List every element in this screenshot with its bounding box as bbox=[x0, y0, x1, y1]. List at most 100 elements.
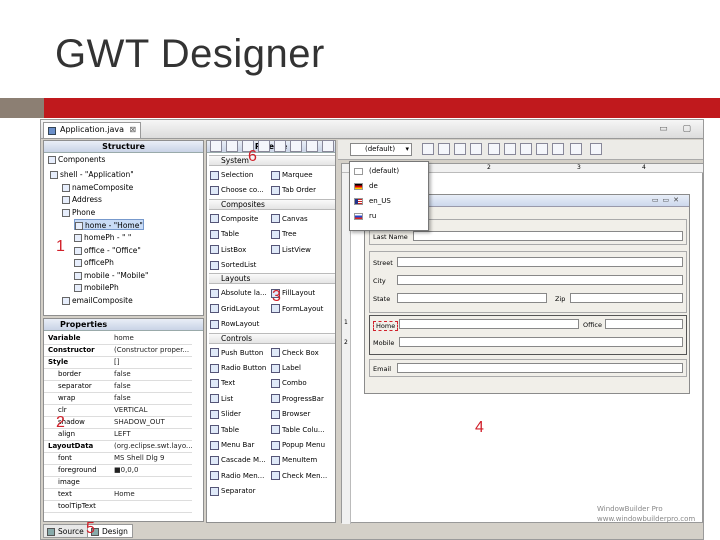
palette-item[interactable]: ListBox bbox=[210, 243, 246, 257]
palette-item[interactable]: Browser bbox=[271, 407, 310, 421]
palette-item[interactable]: GridLayout bbox=[210, 302, 260, 316]
palette-item[interactable]: Canvas bbox=[271, 212, 308, 226]
property-value[interactable]: MS Shell Dlg 9 bbox=[114, 453, 194, 464]
office-phone-field[interactable] bbox=[605, 319, 683, 329]
palette-item[interactable]: Cascade M... bbox=[210, 453, 266, 467]
tree-item[interactable]: emailComposite bbox=[62, 295, 133, 306]
palette-item[interactable]: Check Box bbox=[271, 346, 319, 360]
palette-item[interactable]: Combo bbox=[271, 376, 307, 390]
toolbar-button[interactable] bbox=[470, 143, 482, 155]
toolbar-button[interactable] bbox=[226, 140, 238, 152]
palette-item[interactable]: Radio Button bbox=[210, 361, 266, 375]
tree-item[interactable]: Address bbox=[62, 194, 102, 205]
street-field[interactable] bbox=[397, 257, 683, 267]
property-value[interactable]: false bbox=[114, 381, 194, 392]
palette-item[interactable]: Menu Bar bbox=[210, 438, 254, 452]
toolbar-button[interactable] bbox=[274, 140, 286, 152]
toolbar-button[interactable] bbox=[504, 143, 516, 155]
palette-item[interactable]: Separator bbox=[210, 484, 256, 498]
palette-category[interactable]: System bbox=[209, 155, 335, 166]
locale-menu[interactable]: (default) de en_US ru bbox=[349, 161, 429, 231]
toolbar-button[interactable] bbox=[454, 143, 466, 155]
property-value[interactable]: home bbox=[114, 333, 194, 344]
palette-item[interactable]: ProgressBar bbox=[271, 392, 324, 406]
property-value[interactable]: (Constructor proper... bbox=[114, 345, 194, 356]
city-field[interactable] bbox=[397, 275, 683, 285]
palette-item[interactable]: Popup Menu bbox=[271, 438, 325, 452]
property-value[interactable]: false bbox=[114, 393, 194, 404]
property-value[interactable]: (org.eclipse.swt.layo... bbox=[114, 441, 194, 452]
home-phone-field[interactable] bbox=[399, 319, 579, 329]
zip-field[interactable] bbox=[570, 293, 683, 303]
tree-item[interactable]: nameComposite bbox=[62, 182, 133, 193]
locale-en-us[interactable]: en_US bbox=[354, 194, 391, 208]
palette-item[interactable]: List bbox=[210, 392, 233, 406]
tree-item[interactable]: homePh - " " bbox=[74, 232, 131, 243]
toolbar-button[interactable] bbox=[422, 143, 434, 155]
tree-item[interactable]: home - "Home" bbox=[74, 219, 144, 231]
toolbar-button[interactable] bbox=[438, 143, 450, 155]
palette-category[interactable]: Controls bbox=[209, 332, 335, 344]
palette-item[interactable]: Push Button bbox=[210, 346, 263, 360]
palette-item[interactable]: Choose co... bbox=[210, 183, 264, 197]
tree-item[interactable]: shell - "Application" bbox=[50, 169, 134, 180]
palette-item[interactable]: RowLayout bbox=[210, 317, 259, 331]
tree-item[interactable]: mobilePh bbox=[74, 282, 119, 293]
locale-default[interactable]: (default) bbox=[354, 164, 399, 178]
palette-item[interactable]: ListView bbox=[271, 243, 311, 257]
email-field[interactable] bbox=[397, 363, 683, 373]
palette-item[interactable]: Check Men... bbox=[271, 469, 327, 483]
toolbar-button[interactable] bbox=[322, 140, 334, 152]
toolbar-button[interactable] bbox=[488, 143, 500, 155]
toolbar-button[interactable] bbox=[306, 140, 318, 152]
palette-item[interactable]: Tree bbox=[271, 227, 297, 241]
property-value[interactable]: false bbox=[114, 369, 194, 380]
palette-item[interactable]: Label bbox=[271, 361, 301, 375]
palette-item[interactable]: MenuItem bbox=[271, 453, 317, 467]
palette-item[interactable]: SortedList bbox=[210, 258, 256, 272]
toolbar-button[interactable] bbox=[520, 143, 532, 155]
property-value[interactable]: ■0,0,0 bbox=[114, 465, 194, 476]
tree-item[interactable]: Phone bbox=[62, 207, 95, 218]
toolbar-button[interactable] bbox=[210, 140, 222, 152]
window-buttons[interactable]: ▭▭✕ bbox=[652, 196, 683, 204]
property-value[interactable]: LEFT bbox=[114, 429, 194, 440]
editor-tab[interactable]: Application.java ⊠ bbox=[43, 122, 142, 138]
mobile-phone-field[interactable] bbox=[399, 337, 683, 347]
palette-item[interactable]: Absolute la... bbox=[210, 286, 267, 300]
palette-item[interactable]: Text bbox=[210, 376, 235, 390]
toolbar-button[interactable] bbox=[258, 140, 270, 152]
property-value[interactable]: SHADOW_OUT bbox=[114, 417, 194, 428]
source-tab[interactable]: Source bbox=[43, 524, 89, 538]
close-icon[interactable]: ⊠ bbox=[129, 125, 136, 134]
palette-item[interactable]: Marquee bbox=[271, 168, 313, 182]
palette-item[interactable]: Selection bbox=[210, 168, 253, 182]
toolbar-button[interactable] bbox=[536, 143, 548, 155]
property-value[interactable] bbox=[114, 477, 194, 488]
locale-de[interactable]: de bbox=[354, 179, 378, 193]
palette-item[interactable]: Tab Order bbox=[271, 183, 316, 197]
palette-item[interactable]: Composite bbox=[210, 212, 258, 226]
toolbar-button[interactable] bbox=[290, 140, 302, 152]
tree-item[interactable]: office - "Office" bbox=[74, 245, 141, 256]
toolbar-button[interactable] bbox=[570, 143, 582, 155]
property-value[interactable]: VERTICAL bbox=[114, 405, 194, 416]
state-field[interactable] bbox=[397, 293, 547, 303]
palette-item[interactable]: Table Colu... bbox=[271, 423, 325, 437]
palette-item[interactable]: Radio Men... bbox=[210, 469, 264, 483]
locale-ru[interactable]: ru bbox=[354, 209, 376, 223]
property-value[interactable] bbox=[114, 501, 194, 512]
locale-combo[interactable]: (default) ▾ bbox=[350, 143, 412, 156]
home-label[interactable]: Home bbox=[373, 321, 399, 331]
last-name-field[interactable] bbox=[413, 231, 683, 241]
palette-item[interactable]: Slider bbox=[210, 407, 241, 421]
window-controls[interactable]: ▭ ▢ bbox=[659, 124, 697, 134]
palette-item[interactable]: Table bbox=[210, 423, 239, 437]
property-value[interactable]: [] bbox=[114, 357, 194, 368]
property-value[interactable]: Home bbox=[114, 489, 194, 500]
palette-category[interactable]: Layouts bbox=[209, 273, 335, 285]
tree-item[interactable]: mobile - "Mobile" bbox=[74, 270, 148, 281]
palette-item[interactable]: Table bbox=[210, 227, 239, 241]
toolbar-button[interactable] bbox=[590, 143, 602, 155]
palette-category[interactable]: Composites bbox=[209, 198, 335, 210]
